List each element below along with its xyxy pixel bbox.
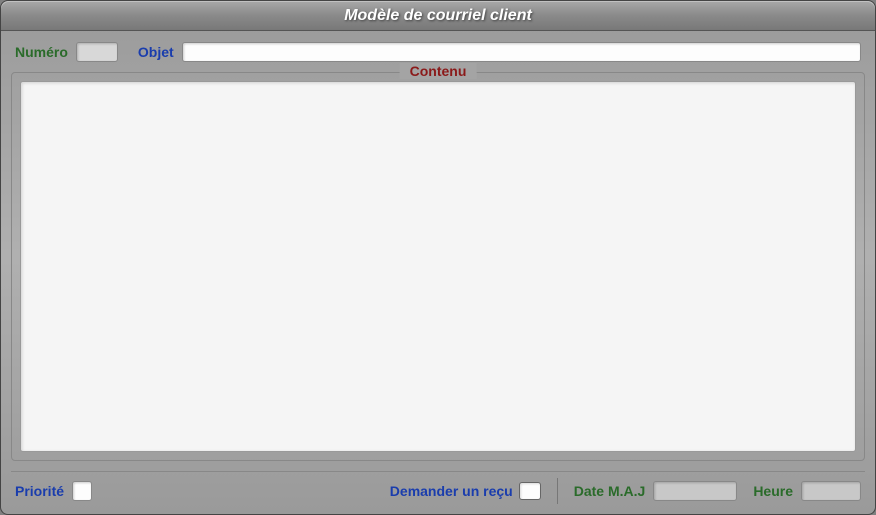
- numero-field[interactable]: [76, 42, 118, 62]
- priorite-field[interactable]: [72, 481, 92, 501]
- email-template-window: Modèle de courriel client Numéro Objet C…: [0, 0, 876, 515]
- recu-checkbox[interactable]: [519, 482, 541, 500]
- bottom-row: Priorité Demander un reçu Date M.A.J Heu…: [11, 471, 865, 504]
- divider: [557, 478, 558, 504]
- contenu-fieldset: Contenu: [11, 72, 865, 461]
- objet-field[interactable]: [182, 42, 861, 62]
- objet-label: Objet: [138, 44, 174, 60]
- recu-label: Demander un reçu: [390, 483, 513, 499]
- window-title: Modèle de courriel client: [344, 7, 532, 25]
- date-label: Date M.A.J: [574, 483, 646, 499]
- heure-label: Heure: [753, 483, 793, 499]
- contenu-legend: Contenu: [400, 63, 477, 79]
- titlebar[interactable]: Modèle de courriel client: [1, 1, 875, 31]
- date-maj-field[interactable]: [653, 481, 737, 501]
- numero-label: Numéro: [15, 44, 68, 60]
- contenu-textarea[interactable]: [20, 81, 856, 452]
- recu-checkbox-wrap: Demander un reçu: [390, 482, 541, 500]
- priorite-label: Priorité: [15, 483, 64, 499]
- top-row: Numéro Objet: [11, 38, 865, 62]
- content-area: Numéro Objet Contenu Priorité Demander u…: [1, 31, 875, 514]
- heure-field[interactable]: [801, 481, 861, 501]
